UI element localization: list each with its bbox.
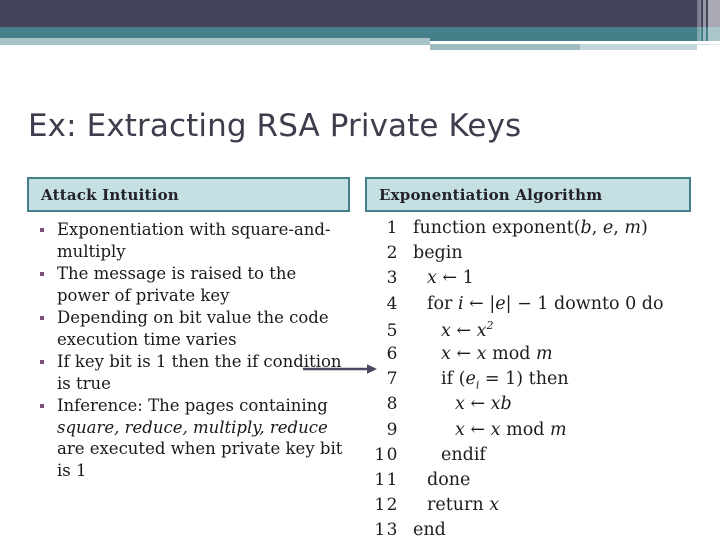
bullet-emphasis-text: square, reduce, multiply, reduce xyxy=(57,417,328,437)
algorithm-line-code: for i ← |e| − 1 downto 0 do xyxy=(427,293,664,314)
bullet-text: Inference: The pages containing xyxy=(57,396,328,415)
algorithm-line-number: 1 xyxy=(386,218,399,238)
algorithm-line-number: 11 xyxy=(374,469,399,490)
algorithm-line-code: x ← x2 xyxy=(441,318,494,341)
attack-intuition-header-label: Attack Intuition xyxy=(41,185,179,204)
algorithm-line: 3 x ← 1 xyxy=(369,268,694,293)
algorithm-line-number: 5 xyxy=(386,320,399,341)
algorithm-line: 8 x ← xb xyxy=(369,394,694,419)
algorithm-line: 11 done xyxy=(369,470,694,495)
algorithm-line: 1 function exponent(b, e, m) xyxy=(369,218,694,243)
banner-lightblue-band xyxy=(0,38,430,45)
algorithm-line-number: 10 xyxy=(374,444,399,465)
algorithm-line-number: 13 xyxy=(374,520,399,541)
algorithm-line-code: if (ei = 1) then xyxy=(441,369,569,392)
banner-navy-band xyxy=(0,0,720,27)
list-item: The message is raised to the power of pr… xyxy=(33,263,343,306)
banner-teal-band xyxy=(0,27,720,38)
algorithm-line-code: x ← 1 xyxy=(427,268,474,289)
algorithm-line-code: done xyxy=(427,469,471,490)
algorithm-line-number: 4 xyxy=(386,293,399,314)
page-title: Ex: Extracting RSA Private Keys xyxy=(28,108,522,144)
exponentiation-algorithm-header-box: Exponentiation Algorithm xyxy=(365,177,691,212)
exponentiation-algorithm-header-label: Exponentiation Algorithm xyxy=(379,185,603,204)
bullet-text: Exponentiation with square-and-multiply xyxy=(57,220,331,261)
algorithm-line: 13 end xyxy=(369,520,694,545)
algorithm-line-number: 2 xyxy=(386,243,399,264)
algorithm-line-code: function exponent(b, e, m) xyxy=(413,218,648,238)
list-item: Inference: The pages containing square, … xyxy=(33,395,343,481)
banner-corner-fade xyxy=(697,45,720,56)
algorithm-line-code: end xyxy=(413,520,446,541)
algorithm-line-number: 6 xyxy=(386,343,399,364)
list-item: Depending on bit value the code executio… xyxy=(33,307,343,350)
arrow-icon xyxy=(303,364,377,374)
algorithm-line-number: 3 xyxy=(386,268,399,289)
algorithm-line: 6 x ← x mod m xyxy=(369,344,694,369)
algorithm-line-code: return x xyxy=(427,495,500,516)
pointer-arrow xyxy=(303,360,379,378)
algorithm-line-code: x ← xb xyxy=(455,394,512,415)
exponentiation-algorithm-listing: 1 function exponent(b, e, m) 2 begin 3 x ← 1 4… xyxy=(369,218,694,545)
list-item: Exponentiation with square-and-multiply xyxy=(33,219,343,262)
algorithm-line: 10 endif xyxy=(369,445,694,470)
algorithm-line-code: x ← x mod m xyxy=(441,343,553,364)
list-item: If key bit is 1 then the if condition is… xyxy=(33,351,343,394)
algorithm-line: 7 if (ei = 1) then xyxy=(369,369,694,394)
algorithm-line-code: begin xyxy=(413,243,463,264)
bullet-text: If key bit is 1 then the if condition is… xyxy=(57,352,342,393)
attack-intuition-header-box: Attack Intuition xyxy=(27,177,350,212)
algorithm-line: 9 x ← x mod m xyxy=(369,420,694,445)
algorithm-line: 2 begin xyxy=(369,243,694,268)
top-banner xyxy=(0,0,720,56)
bullet-text: are executed when private key bit is 1 xyxy=(57,439,343,480)
algorithm-line: 4 for i ← |e| − 1 downto 0 do xyxy=(369,294,694,319)
algorithm-line-code: endif xyxy=(441,444,486,465)
algorithm-line: 12 return x xyxy=(369,495,694,520)
bullet-text: The message is raised to the power of pr… xyxy=(57,264,297,305)
algorithm-line: 5 x ← x2 xyxy=(369,319,694,344)
algorithm-line-code: x ← x mod m xyxy=(455,419,567,440)
bullet-text: Depending on bit value the code executio… xyxy=(57,308,329,349)
algorithm-line-number: 7 xyxy=(386,369,399,390)
attack-intuition-bullet-list: Exponentiation with square-and-multiply T… xyxy=(33,219,343,482)
algorithm-line-number: 12 xyxy=(374,495,399,516)
algorithm-line-number: 9 xyxy=(386,419,399,440)
algorithm-line-number: 8 xyxy=(386,394,399,415)
